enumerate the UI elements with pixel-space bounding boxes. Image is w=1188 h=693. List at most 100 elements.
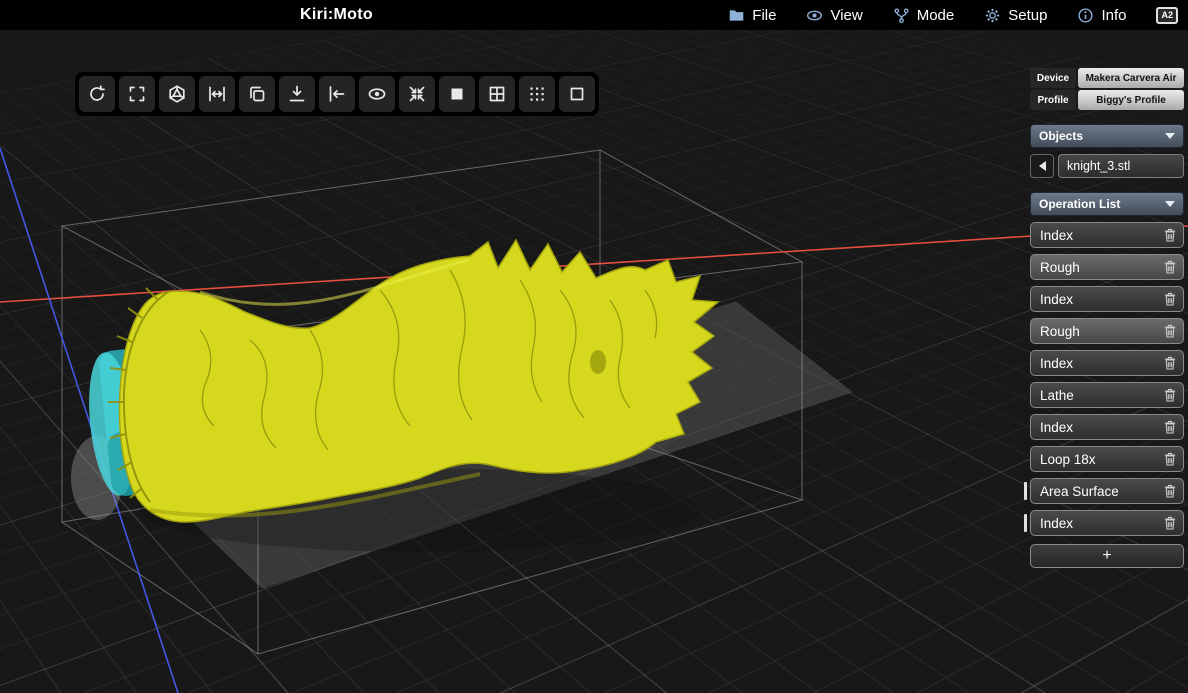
objects-header-label: Objects bbox=[1039, 129, 1083, 143]
visibility-button[interactable] bbox=[359, 76, 395, 112]
object-row: knight_3.stl bbox=[1030, 154, 1184, 178]
operation-item[interactable]: Rough bbox=[1030, 318, 1184, 344]
shrink-button[interactable] bbox=[399, 76, 435, 112]
operation-item[interactable]: Index bbox=[1030, 286, 1184, 312]
operations-panel: Operation List Index Rough Index Rough I… bbox=[1030, 192, 1184, 568]
chevron-down-icon bbox=[1165, 133, 1175, 139]
operation-label: Index bbox=[1040, 292, 1073, 307]
operation-label: Index bbox=[1040, 356, 1073, 371]
trash-icon bbox=[1164, 356, 1176, 370]
duplicate-icon bbox=[247, 84, 267, 104]
mesh-button[interactable] bbox=[159, 76, 195, 112]
scale-button[interactable] bbox=[199, 76, 235, 112]
align-button[interactable] bbox=[319, 76, 355, 112]
branch-icon bbox=[893, 7, 910, 24]
add-operation-button[interactable]: + bbox=[1030, 544, 1184, 568]
trash-icon bbox=[1164, 292, 1176, 306]
square-outline-icon bbox=[567, 84, 587, 104]
operations-header-label: Operation List bbox=[1039, 197, 1120, 211]
gear-icon bbox=[984, 7, 1001, 24]
language-badge[interactable]: A2 bbox=[1156, 7, 1178, 24]
operation-item[interactable]: Area Surface bbox=[1030, 478, 1184, 504]
align-left-icon bbox=[327, 84, 347, 104]
nav-info-label: Info bbox=[1101, 7, 1126, 24]
app-title: Kiri:Moto bbox=[300, 0, 373, 30]
operation-item[interactable]: Index bbox=[1030, 222, 1184, 248]
width-icon bbox=[207, 84, 227, 104]
delete-operation-button[interactable] bbox=[1164, 324, 1176, 338]
trash-icon bbox=[1164, 452, 1176, 466]
top-nav: File View Mode Setup Info A2 bbox=[728, 0, 1178, 30]
wireframe-view-button[interactable] bbox=[559, 76, 595, 112]
operation-label: Index bbox=[1040, 228, 1073, 243]
nav-view[interactable]: View bbox=[806, 7, 862, 24]
nav-info[interactable]: Info bbox=[1077, 7, 1126, 24]
operation-item[interactable]: Lathe bbox=[1030, 382, 1184, 408]
operation-label: Index bbox=[1040, 420, 1073, 435]
operation-item[interactable]: Rough bbox=[1030, 254, 1184, 280]
operation-label: Area Surface bbox=[1040, 484, 1119, 499]
grid-icon bbox=[487, 84, 507, 104]
object-name[interactable]: knight_3.stl bbox=[1058, 154, 1184, 178]
viewport-3d[interactable]: Device Makera Carvera Air Profile Biggy'… bbox=[0, 30, 1188, 693]
trash-icon bbox=[1164, 484, 1176, 498]
profile-label[interactable]: Profile bbox=[1030, 90, 1076, 110]
model-knight[interactable] bbox=[108, 240, 718, 522]
drop-floor-icon bbox=[287, 84, 307, 104]
dots-view-button[interactable] bbox=[519, 76, 555, 112]
profile-value[interactable]: Biggy's Profile bbox=[1078, 90, 1184, 110]
nav-file[interactable]: File bbox=[728, 7, 776, 24]
operation-item[interactable]: Index bbox=[1030, 350, 1184, 376]
trash-icon bbox=[1164, 388, 1176, 402]
operation-item[interactable]: Index bbox=[1030, 414, 1184, 440]
nav-setup-label: Setup bbox=[1008, 7, 1047, 24]
grid-view-button[interactable] bbox=[479, 76, 515, 112]
fullscreen-button[interactable] bbox=[119, 76, 155, 112]
object-prev-button[interactable] bbox=[1030, 154, 1054, 178]
trash-icon bbox=[1164, 324, 1176, 338]
operations-header[interactable]: Operation List bbox=[1030, 192, 1184, 216]
solid-view-button[interactable] bbox=[439, 76, 475, 112]
operation-label: Loop 18x bbox=[1040, 452, 1096, 467]
trash-icon bbox=[1164, 260, 1176, 274]
delete-operation-button[interactable] bbox=[1164, 516, 1176, 530]
folder-icon bbox=[728, 7, 745, 24]
device-profile-panel: Device Makera Carvera Air Profile Biggy'… bbox=[1030, 68, 1184, 110]
delete-operation-button[interactable] bbox=[1164, 388, 1176, 402]
duplicate-button[interactable] bbox=[239, 76, 275, 112]
operation-label: Index bbox=[1040, 516, 1073, 531]
top-bar: Kiri:Moto File View Mode Setup Info A2 bbox=[0, 0, 1188, 30]
shrink-icon bbox=[407, 84, 427, 104]
delete-operation-button[interactable] bbox=[1164, 356, 1176, 370]
eye-icon bbox=[806, 7, 823, 24]
operation-item[interactable]: Index bbox=[1030, 510, 1184, 536]
fullscreen-icon bbox=[127, 84, 147, 104]
delete-operation-button[interactable] bbox=[1164, 420, 1176, 434]
trash-icon bbox=[1164, 228, 1176, 242]
chevron-down-icon bbox=[1165, 201, 1175, 207]
operation-label: Rough bbox=[1040, 324, 1080, 339]
rotate-icon bbox=[87, 84, 107, 104]
operation-item[interactable]: Loop 18x bbox=[1030, 446, 1184, 472]
icosahedron-icon bbox=[167, 84, 187, 104]
nav-setup[interactable]: Setup bbox=[984, 7, 1047, 24]
drop-floor-button[interactable] bbox=[279, 76, 315, 112]
operation-label: Lathe bbox=[1040, 388, 1074, 403]
nav-mode-label: Mode bbox=[917, 7, 955, 24]
nav-mode[interactable]: Mode bbox=[893, 7, 955, 24]
scene-render bbox=[0, 30, 1188, 693]
view-toolbar bbox=[75, 72, 599, 116]
device-value[interactable]: Makera Carvera Air bbox=[1078, 68, 1184, 88]
delete-operation-button[interactable] bbox=[1164, 260, 1176, 274]
delete-operation-button[interactable] bbox=[1164, 484, 1176, 498]
nav-view-label: View bbox=[830, 7, 862, 24]
rotate-button[interactable] bbox=[79, 76, 115, 112]
nav-file-label: File bbox=[752, 7, 776, 24]
objects-header[interactable]: Objects bbox=[1030, 124, 1184, 148]
square-filled-icon bbox=[447, 84, 467, 104]
delete-operation-button[interactable] bbox=[1164, 228, 1176, 242]
delete-operation-button[interactable] bbox=[1164, 292, 1176, 306]
delete-operation-button[interactable] bbox=[1164, 452, 1176, 466]
trash-icon bbox=[1164, 516, 1176, 530]
device-label[interactable]: Device bbox=[1030, 68, 1076, 88]
